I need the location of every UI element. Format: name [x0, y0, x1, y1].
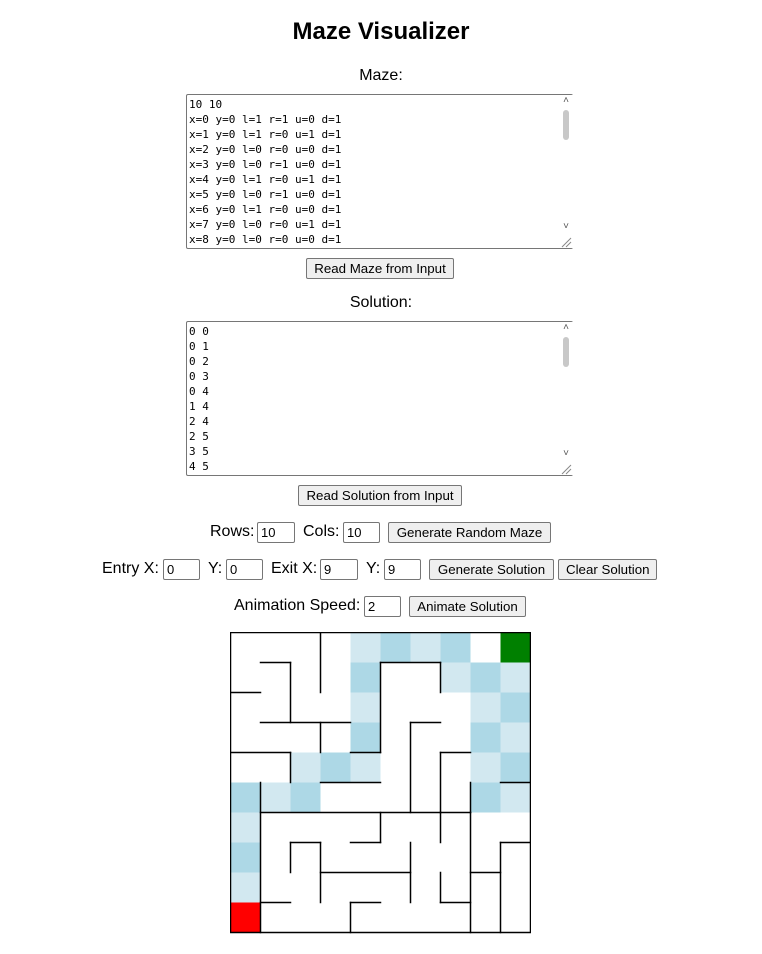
- scroll-up-icon[interactable]: ˄: [560, 323, 572, 333]
- cols-input[interactable]: [343, 522, 380, 543]
- solution-path-cell: [350, 632, 381, 663]
- solution-path-cell: [500, 722, 531, 753]
- maze-canvas[interactable]: [230, 632, 531, 934]
- clear-solution-button[interactable]: Clear Solution: [558, 559, 657, 580]
- scroll-thumb[interactable]: [563, 337, 569, 367]
- solution-path-cell: [470, 722, 501, 753]
- animation-speed-input[interactable]: [364, 596, 401, 617]
- solution-path-cell: [470, 782, 501, 813]
- solution-path-cell: [260, 782, 291, 813]
- solution-path-cell: [500, 782, 531, 813]
- exit-y-input[interactable]: [384, 559, 421, 580]
- rows-input[interactable]: [257, 522, 295, 543]
- solution-path-cell: [230, 812, 261, 843]
- solution-path-cell: [350, 752, 381, 783]
- maze-input-scrollbar[interactable]: ˄ ˅: [559, 95, 573, 248]
- solution-path-cell: [230, 782, 261, 813]
- solution-path-cell: [500, 692, 531, 723]
- rows-label: Rows:: [210, 523, 255, 540]
- exit-x-label: Exit X:: [271, 560, 318, 577]
- read-solution-button[interactable]: Read Solution from Input: [298, 485, 462, 506]
- solution-path-cell: [350, 662, 381, 693]
- entry-y-label: Y:: [208, 560, 223, 577]
- read-maze-button[interactable]: Read Maze from Input: [306, 258, 454, 279]
- exit-cell: [500, 632, 531, 663]
- exit-y-label: Y:: [366, 560, 381, 577]
- maze-input[interactable]: [186, 94, 573, 249]
- solution-path-cell: [350, 722, 381, 753]
- solution-input[interactable]: [186, 321, 573, 476]
- solution-path-cell: [290, 782, 321, 813]
- solution-path-cell: [320, 752, 351, 783]
- solution-path-cell: [470, 662, 501, 693]
- solution-path-cell: [470, 692, 501, 723]
- maze-label: Maze:: [359, 67, 403, 84]
- generate-maze-button[interactable]: Generate Random Maze: [388, 522, 551, 543]
- scroll-down-icon[interactable]: ˅: [560, 449, 572, 459]
- scroll-thumb[interactable]: [563, 110, 569, 140]
- resize-grip-icon[interactable]: [560, 463, 572, 475]
- generate-solution-button[interactable]: Generate Solution: [429, 559, 554, 580]
- page-title: Maze Visualizer: [292, 18, 470, 45]
- solution-path-cell: [410, 632, 441, 663]
- solution-path-cell: [350, 692, 381, 723]
- entry-x-label: Entry X:: [102, 560, 159, 577]
- solution-path-cell: [230, 842, 261, 873]
- scroll-down-icon[interactable]: ˅: [560, 222, 572, 232]
- cols-label: Cols:: [303, 523, 340, 540]
- solution-path-cell: [440, 632, 471, 663]
- solution-label: Solution:: [349, 294, 413, 311]
- solution-path-cell: [290, 752, 321, 783]
- animation-speed-label: Animation Speed:: [234, 597, 361, 614]
- resize-grip-icon[interactable]: [560, 236, 572, 248]
- solution-path-cell: [470, 752, 501, 783]
- entry-x-input[interactable]: [163, 559, 200, 580]
- solution-path-cell: [380, 632, 411, 663]
- solution-input-scrollbar[interactable]: ˄ ˅: [559, 322, 573, 475]
- entry-y-input[interactable]: [226, 559, 263, 580]
- exit-x-input[interactable]: [320, 559, 358, 580]
- solution-path-cell: [230, 872, 261, 903]
- solution-path-cell: [440, 662, 471, 693]
- solution-path-cell: [500, 752, 531, 783]
- solution-path-cell: [500, 662, 531, 693]
- animate-solution-button[interactable]: Animate Solution: [409, 596, 526, 617]
- entry-cell: [230, 902, 261, 933]
- scroll-up-icon[interactable]: ˄: [560, 96, 572, 106]
